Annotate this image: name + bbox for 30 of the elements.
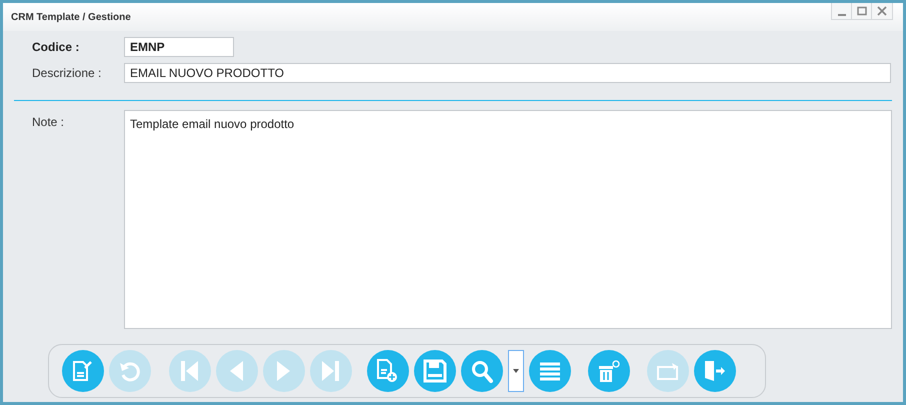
previous-icon [228, 359, 245, 383]
search-icon [470, 360, 492, 382]
skip-forward-icon [320, 359, 341, 383]
field-label: Note : [31, 114, 66, 131]
toolbar-button[interactable] [366, 350, 408, 392]
input-field[interactable]: EMAIL NUOVO PRODOTTO [124, 63, 891, 83]
input-field[interactable]: EMNP [124, 37, 234, 57]
toolbar-button[interactable] [588, 350, 630, 392]
toolbar-button[interactable] [528, 350, 570, 392]
toolbar-button[interactable] [62, 350, 104, 392]
toolbar-button[interactable] [694, 350, 736, 392]
maximize-icon [856, 6, 866, 16]
new-document-icon [376, 358, 399, 384]
close-icon [877, 6, 887, 16]
field-label: Descrizione : [31, 65, 102, 82]
exit-door-icon [702, 359, 726, 383]
undo-icon [118, 360, 141, 382]
window-title: CRM Template / Gestione [11, 10, 131, 24]
dropdown-button[interactable] [508, 350, 524, 392]
field-label: Codice : [31, 39, 80, 56]
trash-icon [596, 358, 620, 384]
skip-back-icon [179, 359, 200, 383]
text-area[interactable]: Template email nuovo prodotto [124, 110, 892, 329]
caret-icon [512, 369, 518, 373]
minimize-icon [838, 14, 846, 16]
list-icon [538, 362, 562, 380]
toolbar-button[interactable] [460, 350, 502, 392]
toolbar-button[interactable] [414, 350, 456, 392]
next-icon [275, 359, 292, 383]
edit-document-icon [72, 360, 93, 382]
